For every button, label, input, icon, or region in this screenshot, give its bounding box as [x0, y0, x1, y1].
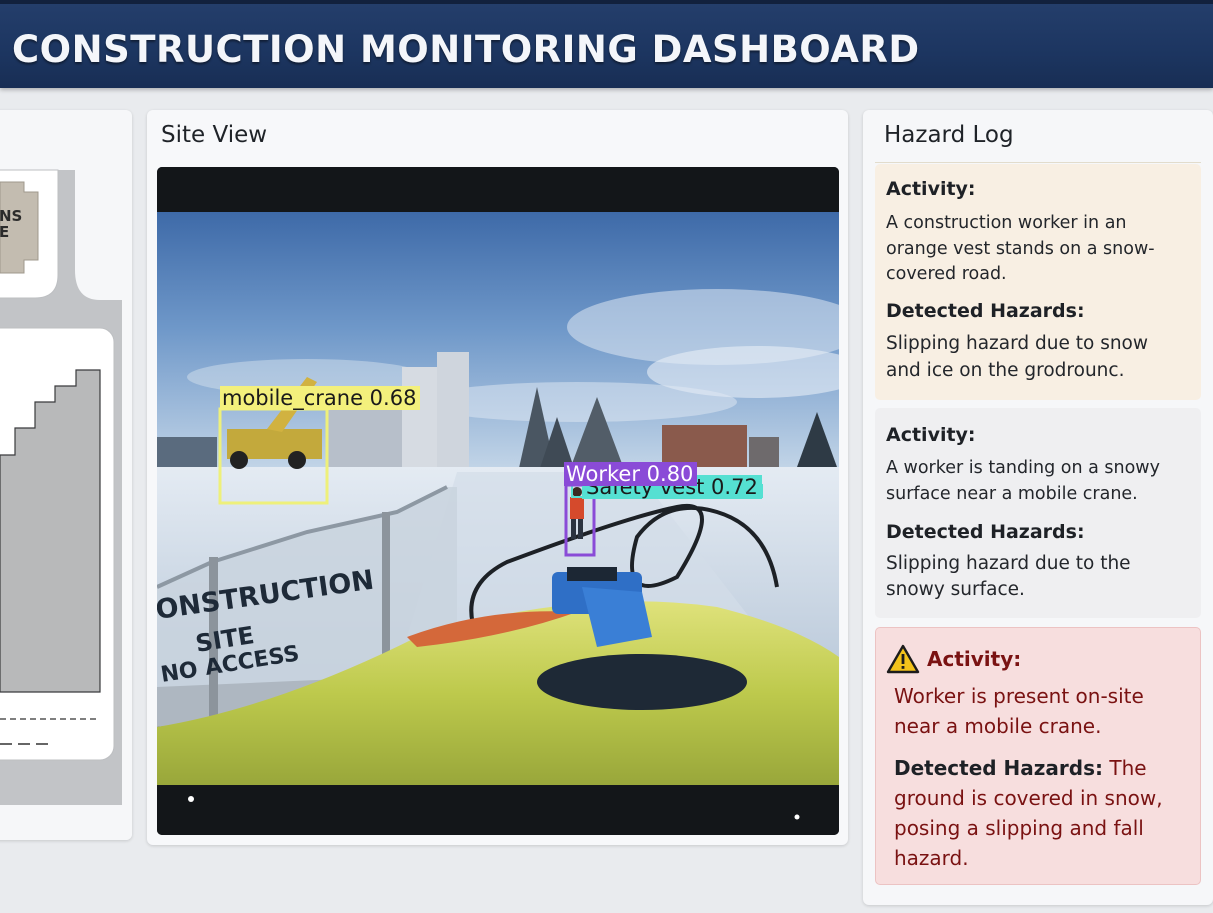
- activity-text: A construction worker in an orange vest …: [886, 213, 1155, 284]
- warning-icon: [886, 644, 920, 674]
- divider: [875, 162, 1201, 163]
- hazard-log-title: Hazard Log: [884, 122, 1014, 148]
- detection-label-worker: Worker 0.80: [564, 462, 698, 486]
- page-title: CONSTRUCTION MONITORING DASHBOARD: [12, 28, 920, 71]
- hazards-label: Detected Hazards:: [894, 756, 1104, 780]
- activity-label: Activity:: [927, 647, 1022, 671]
- hazard-log-panel: Hazard Log Activity: A construction work…: [863, 110, 1213, 905]
- activity-label: Activity:: [886, 424, 976, 446]
- hazards-block: Detected Hazards: The ground is covered …: [894, 753, 1189, 873]
- building-label-line: E: [0, 223, 10, 241]
- hazard-entry-alert[interactable]: Activity: Worker is present on-site near…: [875, 627, 1201, 885]
- site-view-panel: Site View ONSTRUCTION SITE NO ACCESS mob…: [147, 110, 848, 845]
- activity-text: Worker is present on-site near a mobile …: [894, 684, 1144, 738]
- activity-label: Activity:: [886, 178, 976, 200]
- building-label-line: NS: [0, 207, 23, 225]
- app-header: CONSTRUCTION MONITORING DASHBOARD: [0, 0, 1213, 88]
- camera-image: ONSTRUCTION SITE NO ACCESS: [157, 167, 839, 835]
- site-view-title: Site View: [161, 122, 268, 148]
- hazards-text: Slipping hazard due to snow and ice on t…: [886, 333, 1149, 381]
- hazard-entry[interactable]: Activity: A worker is tanding on a snowy…: [875, 408, 1201, 618]
- detection-label-mobile-crane: mobile_crane 0.68: [220, 386, 421, 410]
- building-label: NS E: [0, 208, 22, 240]
- camera-feed[interactable]: ONSTRUCTION SITE NO ACCESS mobile_crane …: [157, 167, 839, 835]
- site-map-panel[interactable]: NS E: [0, 110, 132, 840]
- hazards-text: Slipping hazard due to the snowy surface…: [886, 553, 1131, 600]
- hazards-label: Detected Hazards:: [886, 521, 1085, 543]
- hazard-entry[interactable]: Activity: A construction worker in an or…: [875, 164, 1201, 400]
- activity-text: A worker is tanding on a snowy surface n…: [886, 458, 1160, 504]
- hazards-label: Detected Hazards:: [886, 300, 1085, 322]
